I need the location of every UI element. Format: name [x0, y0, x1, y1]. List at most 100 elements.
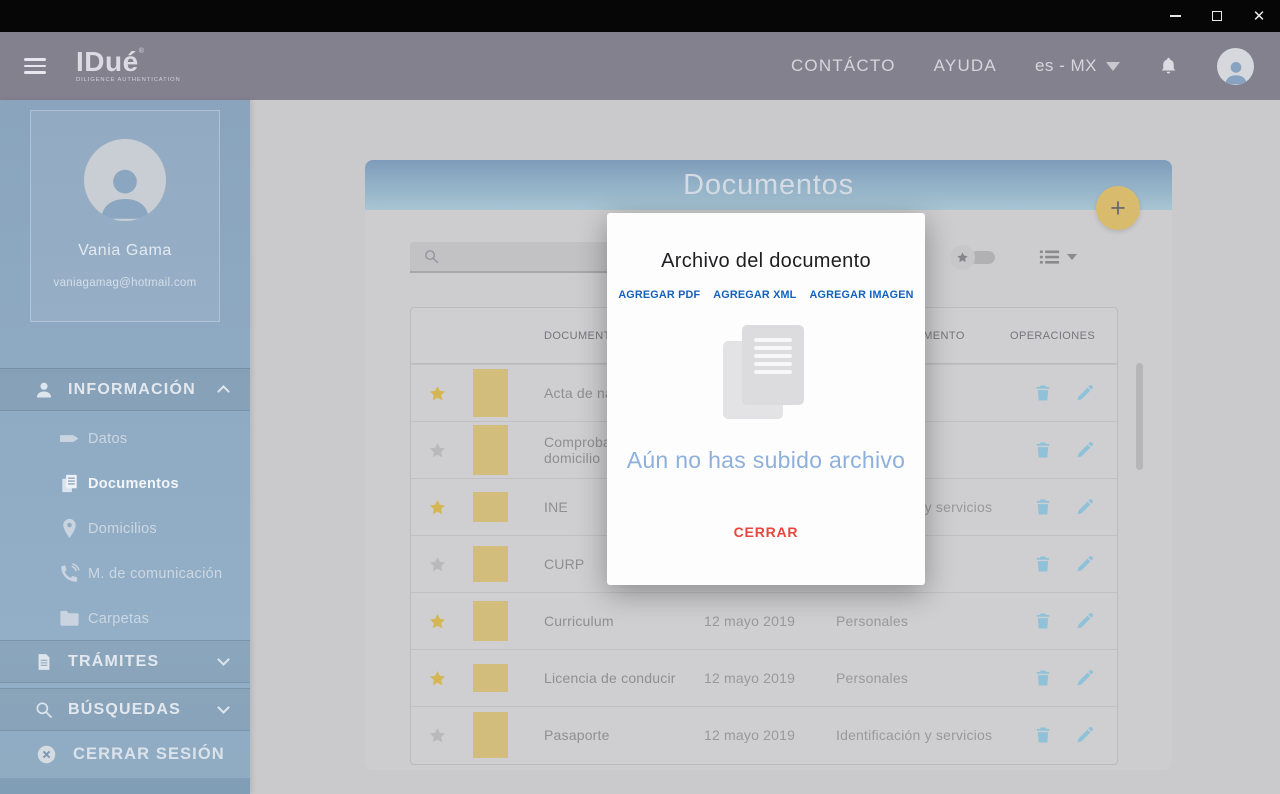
- section-label: TRÁMITES: [68, 653, 159, 671]
- star-icon[interactable]: [428, 726, 447, 745]
- delete-icon[interactable]: [1033, 725, 1053, 745]
- edit-icon[interactable]: [1075, 440, 1095, 460]
- logo-text: IDué: [76, 46, 139, 77]
- notifications-bell-icon[interactable]: [1158, 55, 1179, 77]
- edit-icon[interactable]: [1075, 554, 1095, 574]
- edit-icon[interactable]: [1075, 383, 1095, 403]
- document-thumbnail[interactable]: [473, 492, 508, 522]
- sidebar-section-tramites[interactable]: TRÁMITES: [0, 640, 250, 683]
- add-xml-button[interactable]: AGREGAR XML: [713, 289, 796, 301]
- sidebar-item-medios-comunicacion[interactable]: M. de comunicación: [0, 551, 250, 596]
- delete-icon[interactable]: [1033, 440, 1053, 460]
- document-date: 12 mayo 2019: [704, 727, 836, 743]
- logout-button[interactable]: CERRAR SESIÓN: [0, 732, 250, 776]
- section-label: INFORMACIÓN: [68, 381, 196, 399]
- delete-icon[interactable]: [1033, 383, 1053, 403]
- window-title-bar: ✕: [0, 0, 1280, 32]
- favorites-filter-toggle[interactable]: [950, 245, 995, 270]
- user-avatar[interactable]: [1217, 48, 1254, 85]
- document-name: Curriculum: [541, 613, 704, 629]
- table-row[interactable]: Curriculum 12 mayo 2019 Personales: [411, 592, 1117, 649]
- delete-icon[interactable]: [1033, 611, 1053, 631]
- modal-close-button[interactable]: CERRAR: [734, 524, 799, 540]
- document-name: Licencia de conducir: [541, 670, 704, 686]
- star-icon[interactable]: [428, 669, 447, 688]
- list-view-icon: [1039, 249, 1060, 265]
- phone-icon: [58, 562, 81, 585]
- documents-icon: [58, 472, 81, 495]
- star-icon[interactable]: [428, 612, 447, 631]
- document-thumbnail[interactable]: [473, 664, 508, 692]
- close-circle-icon: [36, 744, 57, 765]
- sidebar-section-informacion[interactable]: INFORMACIÓN: [0, 368, 250, 411]
- add-pdf-button[interactable]: AGREGAR PDF: [618, 289, 700, 301]
- logo-registered-mark: ®: [139, 48, 144, 55]
- delete-icon[interactable]: [1033, 554, 1053, 574]
- sidebar-section-busquedas[interactable]: BÚSQUEDAS: [0, 688, 250, 731]
- menu-icon[interactable]: [24, 58, 46, 74]
- sidebar-item-label: Datos: [88, 431, 127, 447]
- empty-documents-icon: [723, 325, 809, 421]
- profile-card: Vania Gama vaniagamag@hotmail.com: [30, 110, 220, 322]
- view-mode-selector[interactable]: [1039, 249, 1077, 265]
- sidebar: Vania Gama vaniagamag@hotmail.com INFORM…: [0, 100, 250, 794]
- document-thumbnail[interactable]: [473, 546, 508, 582]
- language-selector[interactable]: es - MX: [1035, 56, 1120, 76]
- document-thumbnail[interactable]: [473, 601, 508, 641]
- sidebar-item-domicilios[interactable]: Domicilios: [0, 506, 250, 551]
- sidebar-item-label: M. de comunicación: [88, 566, 222, 582]
- chevron-down-icon: [1106, 62, 1120, 71]
- star-icon: [950, 245, 975, 270]
- nav-help[interactable]: AYUDA: [934, 56, 997, 76]
- column-header-operations: OPERACIONES: [1007, 330, 1117, 342]
- chevron-down-icon: [217, 701, 230, 714]
- add-document-button[interactable]: +: [1096, 186, 1140, 230]
- document-category: Identificación y servicios: [836, 727, 1007, 743]
- page-title: Documentos: [683, 169, 854, 202]
- delete-icon[interactable]: [1033, 497, 1053, 517]
- add-image-button[interactable]: AGREGAR IMAGEN: [809, 289, 913, 301]
- sidebar-item-carpetas[interactable]: Carpetas: [0, 596, 250, 641]
- document-date: 12 mayo 2019: [704, 613, 836, 629]
- language-label: es - MX: [1035, 56, 1097, 76]
- file-icon: [34, 652, 54, 672]
- sidebar-item-label: Documentos: [88, 476, 179, 492]
- section-label: BÚSQUEDAS: [68, 701, 181, 719]
- edit-icon[interactable]: [1075, 611, 1095, 631]
- star-icon[interactable]: [428, 441, 447, 460]
- person-icon: [34, 380, 54, 400]
- profile-name: Vania Gama: [78, 242, 172, 260]
- search-icon: [423, 248, 440, 265]
- document-category: Personales: [836, 670, 1007, 686]
- star-icon[interactable]: [428, 555, 447, 574]
- sidebar-item-label: Carpetas: [88, 611, 149, 627]
- person-icon: [1221, 58, 1251, 85]
- sidebar-information-items: Datos Documentos Domicilios M. de comuni…: [0, 416, 250, 641]
- map-pin-icon: [58, 517, 81, 540]
- search-icon: [34, 700, 54, 720]
- profile-avatar: [84, 139, 166, 221]
- delete-icon[interactable]: [1033, 668, 1053, 688]
- document-thumbnail[interactable]: [473, 712, 508, 758]
- edit-icon[interactable]: [1075, 668, 1095, 688]
- tag-icon: [58, 427, 81, 450]
- document-thumbnail[interactable]: [473, 369, 508, 417]
- scrollbar-thumb[interactable]: [1136, 363, 1143, 470]
- close-button[interactable]: ✕: [1238, 0, 1280, 32]
- star-icon[interactable]: [428, 384, 447, 403]
- edit-icon[interactable]: [1075, 497, 1095, 517]
- maximize-button[interactable]: [1196, 0, 1238, 32]
- table-row[interactable]: Pasaporte 12 mayo 2019 Identificación y …: [411, 706, 1117, 763]
- sidebar-item-datos[interactable]: Datos: [0, 416, 250, 461]
- table-row[interactable]: Licencia de conducir 12 mayo 2019 Person…: [411, 649, 1117, 706]
- sidebar-item-documentos[interactable]: Documentos: [0, 461, 250, 506]
- profile-email: vaniagamag@hotmail.com: [54, 277, 197, 289]
- minimize-button[interactable]: [1154, 0, 1196, 32]
- nav-contact[interactable]: CONTÁCTO: [791, 56, 896, 76]
- star-icon[interactable]: [428, 498, 447, 517]
- empty-state-message: Aún no has subido archivo: [607, 447, 925, 474]
- edit-icon[interactable]: [1075, 725, 1095, 745]
- logout-label: CERRAR SESIÓN: [73, 745, 225, 764]
- app-logo: IDué® DILIGENCE AUTHENTICATION: [76, 48, 181, 84]
- document-thumbnail[interactable]: [473, 425, 508, 475]
